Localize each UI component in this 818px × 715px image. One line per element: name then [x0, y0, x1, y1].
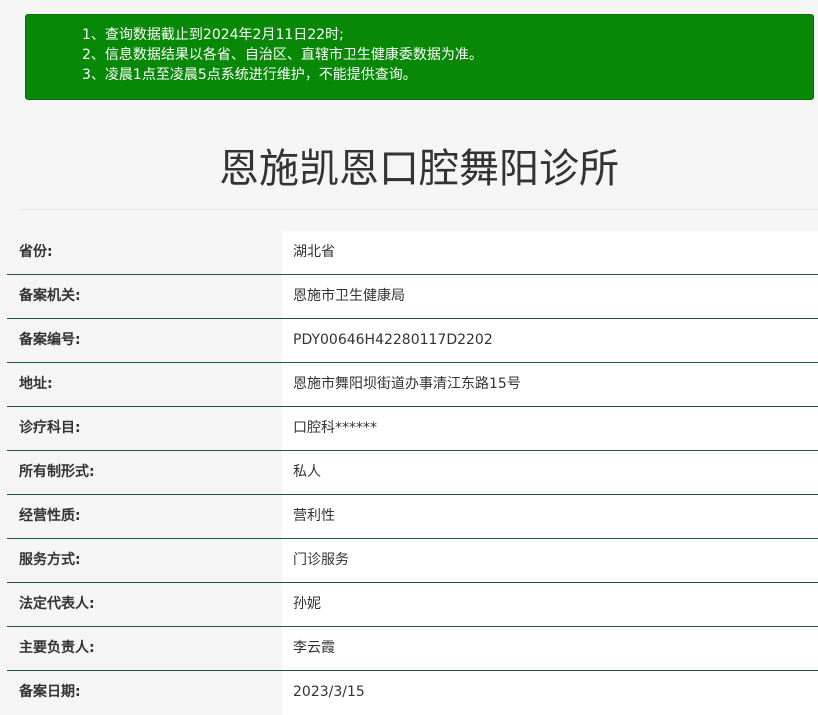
info-row-ownership: 所有制形式: 私人	[7, 451, 818, 495]
info-row-authority: 备案机关: 恩施市卫生健康局	[7, 275, 818, 319]
record-date-value: 2023/3/15	[282, 671, 818, 715]
business-nature-value: 营利性	[282, 495, 818, 538]
info-row-service-mode: 服务方式: 门诊服务	[7, 539, 818, 583]
info-row-province: 省份: 湖北省	[7, 231, 818, 275]
authority-value: 恩施市卫生健康局	[282, 275, 818, 318]
address-value: 恩施市舞阳坝街道办事清江东路15号	[282, 363, 818, 406]
province-label: 省份:	[7, 231, 282, 274]
province-value: 湖北省	[282, 231, 818, 274]
business-nature-label: 经营性质:	[7, 495, 282, 538]
info-row-address: 地址: 恩施市舞阳坝街道办事清江东路15号	[7, 363, 818, 407]
notice-banner: 1、查询数据截止到2024年2月11日22时; 2、信息数据结果以各省、自治区、…	[25, 14, 814, 100]
record-date-label: 备案日期:	[7, 671, 282, 715]
notice-line-2: 2、信息数据结果以各省、自治区、直辖市卫生健康委数据为准。	[82, 47, 483, 63]
info-table: 省份: 湖北省 备案机关: 恩施市卫生健康局 备案编号: PDY00646H42…	[7, 231, 818, 715]
info-row-principal: 主要负责人: 李云霞	[7, 627, 818, 671]
info-row-departments: 诊疗科目: 口腔科******	[7, 407, 818, 451]
principal-label: 主要负责人:	[7, 627, 282, 670]
record-number-value: PDY00646H42280117D2202	[282, 319, 818, 362]
address-label: 地址:	[7, 363, 282, 406]
info-row-record-number: 备案编号: PDY00646H42280117D2202	[7, 319, 818, 363]
departments-label: 诊疗科目:	[7, 407, 282, 450]
info-row-record-date: 备案日期: 2023/3/15	[7, 671, 818, 715]
title-divider	[20, 209, 818, 210]
legal-representative-label: 法定代表人:	[7, 583, 282, 626]
service-mode-value: 门诊服务	[282, 539, 818, 582]
service-mode-label: 服务方式:	[7, 539, 282, 582]
notice-line-3: 3、凌晨1点至凌晨5点系统进行维护，不能提供查询。	[82, 67, 417, 83]
ownership-value: 私人	[282, 451, 818, 494]
page-title: 恩施凯恩口腔舞阳诊所	[219, 146, 619, 192]
authority-label: 备案机关:	[7, 275, 282, 318]
ownership-label: 所有制形式:	[7, 451, 282, 494]
principal-value: 李云霞	[282, 627, 818, 670]
notice-line-1: 1、查询数据截止到2024年2月11日22时;	[82, 27, 344, 43]
record-number-label: 备案编号:	[7, 319, 282, 362]
departments-value: 口腔科******	[282, 407, 818, 450]
info-row-business-nature: 经营性质: 营利性	[7, 495, 818, 539]
legal-representative-value: 孙妮	[282, 583, 818, 626]
info-row-legal-representative: 法定代表人: 孙妮	[7, 583, 818, 627]
